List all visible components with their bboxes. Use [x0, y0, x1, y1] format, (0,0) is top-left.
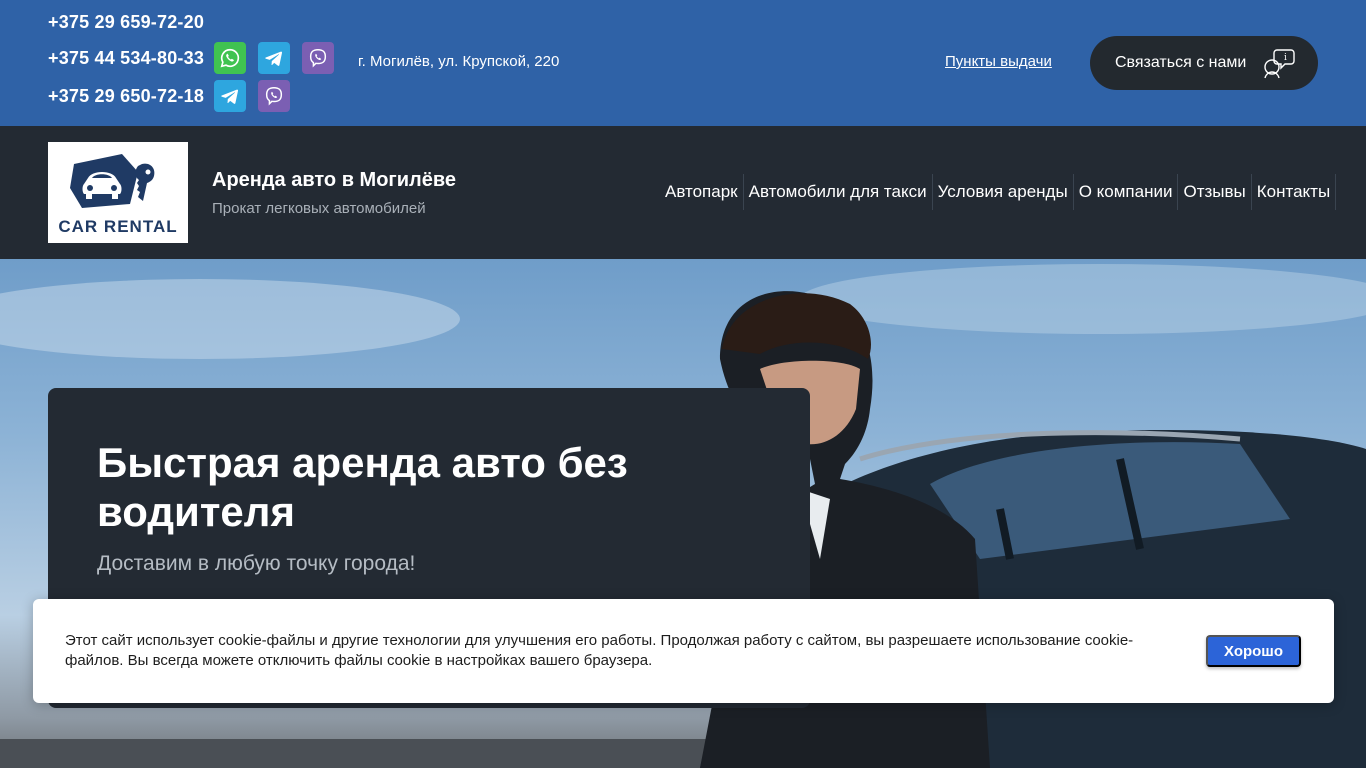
hero-subtitle: Доставим в любую точку города! [97, 552, 416, 575]
phone-1[interactable]: +375 29 659-72-20 [48, 11, 204, 33]
top-bar: +375 29 659-72-20 +375 44 534-80-33 +375… [0, 0, 1366, 126]
telegram-icon[interactable] [214, 80, 246, 112]
nav-item-taxi-cars[interactable]: Автомобили для такси [744, 174, 933, 210]
car-key-logo-icon [70, 154, 155, 208]
nav-item-rental-terms[interactable]: Условия аренды [933, 174, 1074, 210]
site-title[interactable]: Аренда авто в Могилёве [212, 168, 456, 192]
nav-item-fleet[interactable]: Автопарк [660, 174, 744, 210]
address-text: г. Могилёв, ул. Крупской, 220 [358, 53, 560, 70]
contact-us-button[interactable]: Связаться с нами i [1090, 36, 1318, 90]
telegram-icon[interactable] [258, 42, 290, 74]
phone-3[interactable]: +375 29 650-72-18 [48, 85, 204, 107]
cookie-accept-button[interactable]: Хорошо [1206, 635, 1301, 667]
nav-item-about[interactable]: О компании [1074, 174, 1179, 210]
nav-item-contacts[interactable]: Контакты [1252, 174, 1337, 210]
viber-icon[interactable] [258, 80, 290, 112]
cookie-text: Этот сайт использует cookie-файлы и друг… [65, 632, 1134, 669]
viber-icon[interactable] [302, 42, 334, 74]
site-logo[interactable]: CAR RENTAL [48, 142, 188, 243]
phone-2[interactable]: +375 44 534-80-33 [48, 47, 204, 69]
whatsapp-icon[interactable] [214, 42, 246, 74]
nav-item-reviews[interactable]: Отзывы [1178, 174, 1252, 210]
main-nav: Автопарк Автомобили для такси Условия ар… [660, 174, 1337, 210]
site-subtitle: Прокат легковых автомобилей [212, 200, 426, 217]
contact-us-label: Связаться с нами [1115, 54, 1247, 71]
pickup-points-link[interactable]: Пункты выдачи [945, 52, 1052, 72]
svg-text:i: i [1284, 53, 1287, 63]
cookie-banner: Этот сайт использует cookie-файлы и друг… [33, 599, 1334, 703]
logo-text: CAR RENTAL [58, 217, 178, 236]
hero-title: Быстрая аренда авто без водителя [97, 439, 628, 535]
chat-info-icon: i [1264, 49, 1295, 79]
